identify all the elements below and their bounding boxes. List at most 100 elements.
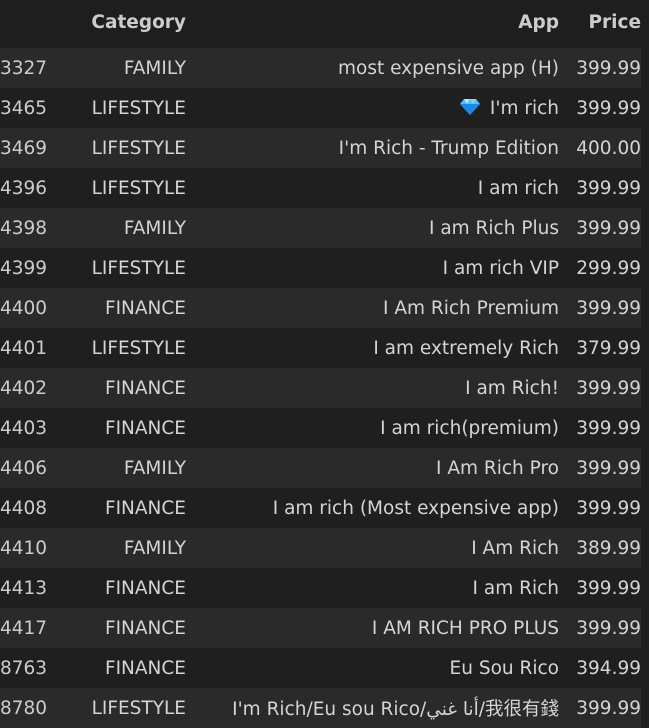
app-cell: I'm Rich - Trump Edition [186,128,559,168]
price-cell: 399.99 [576,457,641,479]
app-cell: I am rich VIP [186,248,559,288]
table-row: 4401 LIFESTYLE I am extremely Rich 379.99 [0,328,641,368]
price-cell: 399.99 [576,417,641,439]
price-cell: 399.99 [576,697,641,719]
category-cell: FINANCE [104,617,186,639]
app-cell: I am Rich [186,568,559,608]
table-row: 4413 FINANCE I am Rich 399.99 [0,568,641,608]
category-cell: LIFESTYLE [91,257,186,279]
table-row: 8763 FINANCE Eu Sou Rico 394.99 [0,648,641,688]
price-cell: 400.00 [576,137,641,159]
app-name: I Am Rich Pro [435,457,559,479]
dataframe-table: Category App Price 3327 FAMILY most expens… [0,0,641,728]
row-index: 3465 [0,97,48,119]
price-cell: 399.99 [576,377,641,399]
index-header [0,0,68,48]
row-index: 3327 [0,57,48,79]
category-cell: LIFESTYLE [91,137,186,159]
app-cell: I Am Rich Premium [186,288,559,328]
app-name: I am rich (Most expensive app) [272,497,559,519]
category-header: Category [91,11,186,33]
table-row: 3327 FAMILY most expensive app (H) 399.99 [0,48,641,88]
table-row: 4417 FINANCE I AM RICH PRO PLUS 399.99 [0,608,641,648]
category-cell: FINANCE [104,377,186,399]
app-name: I am Rich! [465,377,559,399]
row-index: 4398 [0,217,48,239]
table-row: 4396 LIFESTYLE I am rich 399.99 [0,168,641,208]
table-body: 3327 FAMILY most expensive app (H) 399.99 34… [0,48,641,728]
category-cell: LIFESTYLE [91,337,186,359]
table-header: Category App Price [0,0,641,48]
table-row: 4403 FINANCE I am rich(premium) 399.99 [0,408,641,448]
row-index: 4400 [0,297,48,319]
row-index: 4417 [0,617,48,639]
app-cell: I am extremely Rich [186,328,559,368]
app-name: I'm Rich/Eu sou Rico/أنا غني/我很有錢 [232,699,559,720]
row-index: 4402 [0,377,48,399]
price-cell: 399.99 [576,97,641,119]
table-row: 4398 FAMILY I am Rich Plus 399.99 [0,208,641,248]
app-name: most expensive app (H) [337,57,559,79]
app-name: I'm Rich - Trump Edition [338,137,559,159]
row-index: 3469 [0,137,48,159]
app-cell: I am Rich Plus [186,208,559,248]
table-row: 4406 FAMILY I Am Rich Pro 399.99 [0,448,641,488]
app-name: I am rich [477,177,559,199]
app-cell: I am rich (Most expensive app) [186,488,559,528]
price-cell: 389.99 [576,537,641,559]
price-cell: 299.99 [576,257,641,279]
app-cell: I am rich [186,168,559,208]
app-name: I Am Rich Premium [383,297,559,319]
table-row: 4410 FAMILY I Am Rich 389.99 [0,528,641,568]
app-name: I am Rich [472,577,559,599]
category-cell: FINANCE [104,657,186,679]
app-cell: Eu Sou Rico [186,648,559,688]
category-cell: LIFESTYLE [91,97,186,119]
category-cell: FAMILY [123,57,186,79]
app-name: Eu Sou Rico [449,657,559,679]
price-cell: 399.99 [576,297,641,319]
category-cell: FAMILY [123,537,186,559]
category-cell: FINANCE [104,297,186,319]
app-name: I Am Rich [471,537,559,559]
category-cell: FAMILY [123,217,186,239]
category-cell: FINANCE [104,577,186,599]
price-cell: 399.99 [576,177,641,199]
app-name: I am extremely Rich [373,337,559,359]
app-cell: I Am Rich [186,528,559,568]
row-index: 4403 [0,417,48,439]
app-cell: I am rich(premium) [186,408,559,448]
category-cell: FINANCE [104,497,186,519]
table-row: 4402 FINANCE I am Rich! 399.99 [0,368,641,408]
price-cell: 379.99 [576,337,641,359]
table-row: 3469 LIFESTYLE I'm Rich - Trump Edition 400… [0,128,641,168]
price-cell: 399.99 [576,577,641,599]
row-index: 4410 [0,537,48,559]
table-row: 4399 LIFESTYLE I am rich VIP 299.99 [0,248,641,288]
app-name: I am Rich Plus [428,217,559,239]
price-header: Price [588,11,641,33]
price-cell: 399.99 [576,217,641,239]
category-cell: FAMILY [123,457,186,479]
row-index: 4408 [0,497,48,519]
table-row: 4408 FINANCE I am rich (Most expensive app… [0,488,641,528]
price-cell: 399.99 [576,57,641,79]
app-header: App [518,11,559,33]
table-row: 8780 LIFESTYLE I'm Rich/Eu sou Rico/أنا غن… [0,688,641,728]
table-row: 4400 FINANCE I Am Rich Premium 399.99 [0,288,641,328]
gem-icon [459,98,480,115]
row-index: 4406 [0,457,48,479]
category-cell: FINANCE [104,417,186,439]
row-index: 8780 [0,697,48,719]
row-index: 4401 [0,337,48,359]
app-name: I AM RICH PRO PLUS [371,617,559,639]
price-cell: 399.99 [576,617,641,639]
app-cell: I am Rich! [186,368,559,408]
price-cell: 399.99 [576,497,641,519]
category-cell: LIFESTYLE [91,177,186,199]
app-cell: I'm rich [186,88,559,128]
row-index: 4413 [0,577,48,599]
app-cell: I AM RICH PRO PLUS [186,608,559,648]
header-row: Category App Price [0,0,641,48]
row-index: 4399 [0,257,48,279]
